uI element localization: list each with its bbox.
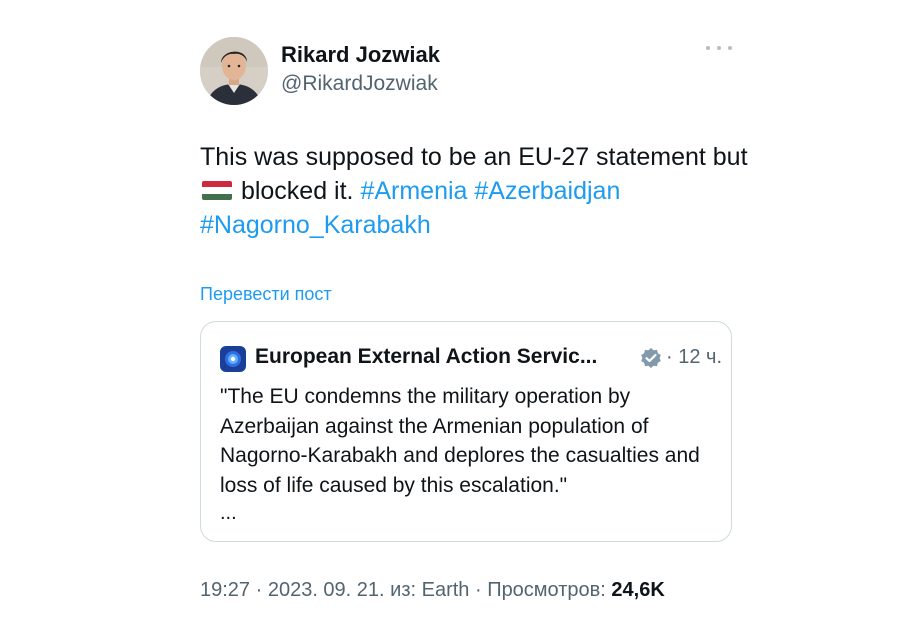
- hashtag-azerbaidjan[interactable]: #Azerbaidjan: [474, 177, 620, 205]
- hungary-flag-icon: [202, 181, 232, 200]
- hashtag-nagorno-karabakh[interactable]: #Nagorno_Karabakh: [200, 211, 431, 239]
- timestamp[interactable]: 19:27 · 2023. 09. 21.: [200, 579, 385, 601]
- tweet-meta: 19:27 · 2023. 09. 21. из: Earth · Просмо…: [200, 579, 665, 602]
- views-label: Просмотров:: [487, 579, 612, 601]
- avatar[interactable]: [200, 37, 268, 105]
- more-horizontal-icon[interactable]: [706, 41, 732, 55]
- quoted-post-header: European External Action Servic... · 12 …: [220, 345, 722, 372]
- display-name[interactable]: Rikard Jozwiak: [281, 42, 440, 68]
- verified-badge-icon: [641, 348, 661, 368]
- tweet-text-part-1: This was supposed to be an EU-27 stateme…: [200, 143, 748, 171]
- user-handle[interactable]: @RikardJozwiak: [281, 72, 438, 96]
- tweet-text: This was supposed to be an EU-27 stateme…: [200, 140, 760, 242]
- avatar-image: [200, 37, 268, 105]
- quoted-post-card[interactable]: European External Action Servic... · 12 …: [200, 321, 732, 542]
- quoted-author-name[interactable]: European External Action Servic...: [255, 345, 597, 369]
- source: из: Earth ·: [384, 579, 488, 601]
- hashtag-armenia[interactable]: #Armenia: [360, 177, 467, 205]
- quoted-post-time[interactable]: · 12 ч.: [666, 346, 722, 369]
- translate-post-link[interactable]: Перевести пост: [200, 284, 332, 305]
- views-count[interactable]: 24,6K: [611, 579, 664, 601]
- eeas-logo-icon: [220, 346, 246, 372]
- quoted-post-text: "The EU condemns the military operation …: [220, 385, 700, 497]
- tweet: Rikard Jozwiak @RikardJozwiak This was s…: [0, 0, 923, 630]
- tweet-text-part-2: blocked it.: [234, 177, 361, 205]
- quoted-post-ellipsis: ...: [220, 502, 237, 524]
